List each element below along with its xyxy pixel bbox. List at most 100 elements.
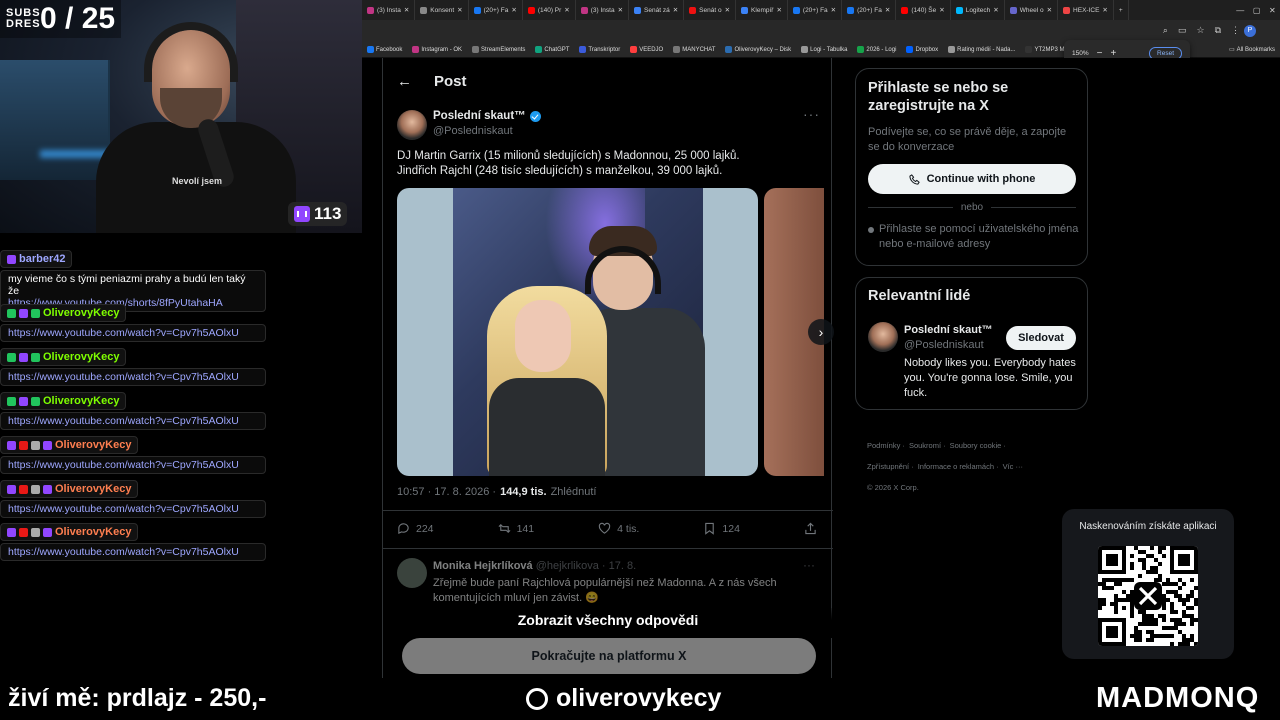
reply-more-icon[interactable]: ··· [803,558,815,572]
bookmark-item[interactable]: 2026 - Logi [852,46,901,53]
browser-tab[interactable]: (20+) Fa ✕ [842,0,897,20]
related-avatar[interactable] [868,322,898,352]
author-name[interactable]: Poslední skaut™ [433,110,541,122]
show-all-replies[interactable]: Zobrazit všechny odpovědi [383,608,833,638]
channel-name: oliverovykecy [526,684,721,713]
back-arrow-icon[interactable]: ← [397,73,412,90]
repost-button[interactable]: 141 [498,522,534,535]
tab-close-icon[interactable]: ✕ [939,6,944,14]
bookmark-item[interactable]: Dropbox [901,46,943,53]
new-tab-icon[interactable]: + [1114,0,1129,20]
chat-username[interactable]: OliverovyKecy [0,348,127,366]
footer-link[interactable]: Zpřístupnění · [867,462,914,471]
reply-button[interactable]: 224 [397,522,434,535]
username-login-link[interactable]: Přihlaste se pomocí uživatelského jména … [868,222,1080,252]
bookmark-item[interactable]: OliverovyKecy – Disk [720,46,796,53]
all-bookmarks-button[interactable]: ▭ All Bookmarks [1224,46,1280,54]
bookmark-button[interactable]: 124 [703,522,740,535]
chat-username[interactable]: OliverovyKecy [0,436,139,454]
tab-close-icon[interactable]: ✕ [725,6,730,14]
zoom-out-button[interactable]: − [1097,48,1103,59]
tab-close-icon[interactable]: ✕ [457,6,462,14]
browser-tab[interactable]: (140) Pr ✕ [523,0,576,20]
cast-icon[interactable]: ▭ [1178,25,1187,36]
chat-message-link[interactable]: https://www.youtube.com/watch?v=Cpv7h5AO… [8,459,258,471]
post-media-photo[interactable] [397,188,758,476]
tab-close-icon[interactable]: ✕ [564,6,569,14]
browser-tab[interactable]: Klempíř ✕ [736,0,788,20]
bookmark-item[interactable]: Facebook [362,46,407,53]
tab-close-icon[interactable]: ✕ [1047,6,1052,14]
chat-message-link[interactable]: https://www.youtube.com/watch?v=Cpv7h5AO… [8,415,258,427]
chat-username[interactable]: OliverovyKecy [0,392,127,410]
footer-link[interactable]: Víc ··· [1003,462,1023,471]
author-avatar[interactable] [397,110,427,140]
browser-tab[interactable]: Senát zá ✕ [629,0,685,20]
post-timestamp[interactable]: 10:57 · 17. 8. 2026 · [397,486,496,498]
bookmark-item[interactable]: Logi - Tabulka [796,46,852,53]
bookmark-item[interactable]: Instagram - OK [407,46,467,53]
chat-username[interactable]: barber42 [0,250,73,268]
close-icon[interactable]: ✕ [1269,6,1276,15]
maximize-icon[interactable]: ▢ [1253,6,1261,15]
browser-tab[interactable]: (3) Insta ✕ [576,0,630,20]
chat-message-link[interactable]: https://www.youtube.com/watch?v=Cpv7h5AO… [8,546,258,558]
related-handle[interactable]: @Posledniskaut [904,339,984,351]
browser-tab[interactable]: Logitech ✕ [951,0,1005,20]
tab-close-icon[interactable]: ✕ [1102,6,1107,14]
bookmark-item[interactable]: StreamElements [467,46,530,53]
browser-tab[interactable]: HEX-ICE ✕ [1058,0,1114,20]
related-name[interactable]: Poslední skaut™ [904,324,993,336]
tab-favicon-icon [527,6,535,14]
chat-message: OliverovyKecy https://www.youtube.com/wat… [0,392,266,430]
footer-link[interactable]: Soukromí · [909,441,946,450]
footer-link[interactable]: Informace o reklamách · [918,462,999,471]
tab-close-icon[interactable]: ✕ [776,6,781,14]
profile-avatar[interactable]: P [1244,25,1256,37]
browser-tab[interactable]: Senát o ✕ [684,0,737,20]
footer-link[interactable]: Podmínky · [867,441,905,450]
browser-tab[interactable]: Wheel o ✕ [1005,0,1059,20]
bookmark-item[interactable]: VEEDJO [625,46,668,53]
continue-with-phone-button[interactable]: Continue with phone [868,164,1076,194]
browser-tab[interactable]: Konsent ✕ [415,0,469,20]
chat-username[interactable]: OliverovyKecy [0,523,139,541]
zoom-icon[interactable]: ⌕ [1163,25,1168,36]
minimize-icon[interactable]: — [1236,6,1244,15]
tab-close-icon[interactable]: ✕ [673,6,678,14]
like-button[interactable]: 4 tis. [598,522,639,535]
browser-tab[interactable]: (140) Še ✕ [896,0,951,20]
zoom-in-button[interactable]: + [1110,48,1116,59]
extensions-icon[interactable]: ⧉ [1215,25,1221,36]
footer-link[interactable]: Soubory cookie · [950,441,1006,450]
more-options-icon[interactable]: ··· [803,106,820,122]
follow-button[interactable]: Sledovat [1006,326,1076,350]
chat-message-link[interactable]: https://www.youtube.com/watch?v=Cpv7h5AO… [8,371,258,383]
carousel-next-icon[interactable]: › [808,319,834,345]
chat-username[interactable]: OliverovyKecy [0,304,127,322]
tab-close-icon[interactable]: ✕ [885,6,890,14]
author-handle[interactable]: @Posledniskaut [433,125,513,137]
chat-message-link[interactable]: https://www.youtube.com/watch?v=Cpv7h5AO… [8,503,258,515]
tab-close-icon[interactable]: ✕ [618,6,623,14]
bookmark-item[interactable]: MANYCHAT [668,46,720,53]
bookmark-item[interactable]: ChatGPT [530,46,574,53]
chat-username[interactable]: OliverovyKecy [0,480,139,498]
reply-author[interactable]: Monika Hejkrlíková @hejkrlikova · 17. 8. [433,560,636,572]
browser-tab[interactable]: (3) Insta ✕ [362,0,416,20]
browser-tab[interactable]: (20+) Fa ✕ [469,0,523,20]
menu-icon[interactable]: ⋮ [1231,25,1240,36]
browser-tab[interactable]: (20+) Fa ✕ [788,0,843,20]
bookmark-item[interactable]: Transkriptor [574,46,625,53]
share-button[interactable] [804,522,817,535]
tab-close-icon[interactable]: ✕ [511,6,516,14]
tab-close-icon[interactable]: ✕ [404,6,409,14]
reply-avatar[interactable] [397,558,427,588]
star-icon[interactable]: ☆ [1196,25,1204,36]
tab-close-icon[interactable]: ✕ [831,6,836,14]
footer-link[interactable]: © 2026 X Corp. [867,483,919,492]
continue-on-x-button[interactable]: Pokračujte na platformu X [402,638,816,674]
tab-close-icon[interactable]: ✕ [993,6,998,14]
bookmark-item[interactable]: Rating médií - Nada... [943,46,1020,53]
chat-message-link[interactable]: https://www.youtube.com/watch?v=Cpv7h5AO… [8,327,258,339]
